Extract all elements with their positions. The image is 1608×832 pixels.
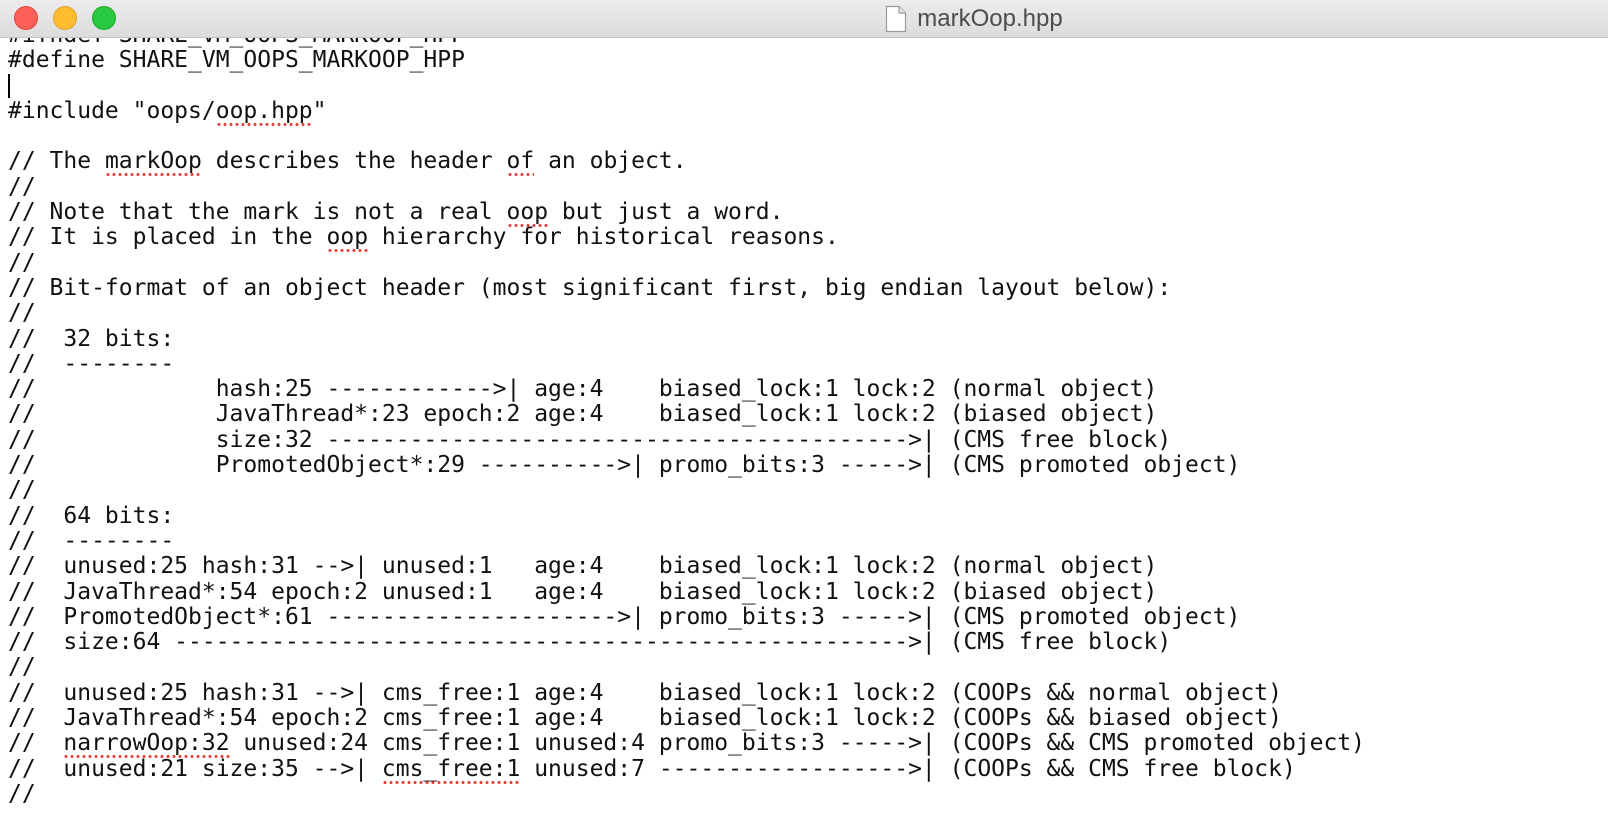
code-line: // Note that the mark is not a real oop … xyxy=(8,199,1365,229)
code-line: // Bit-format of an object header (most … xyxy=(8,274,1365,301)
code-line: // The markOop describes the header of a… xyxy=(8,148,1365,178)
editor-window: markOop.hpp #ifndef SHARE_VM_OOPS_MARKOO… xyxy=(0,0,1608,832)
text-editor-area[interactable]: #ifndef SHARE_VM_OOPS_MARKOOP_HPP#define… xyxy=(0,38,1608,832)
code-text-segment: // xyxy=(8,730,64,757)
code-text-segment: // PromotedObject*:61 ------------------… xyxy=(8,603,1241,630)
code-text-segment: // hash:25 ------------>| age:4 biased_l… xyxy=(8,376,1158,403)
code-line: // It is placed in the oop hierarchy for… xyxy=(8,224,1365,254)
code-text-segment: describes the header xyxy=(201,148,507,175)
code-text-segment: // It is placed in the xyxy=(8,224,327,251)
code-text-segment: // size:32 -----------------------------… xyxy=(8,426,1172,453)
code-text-segment: // xyxy=(8,173,36,200)
code-text-segment: an object. xyxy=(534,148,687,175)
code-line: // JavaThread*:23 epoch:2 age:4 biased_l… xyxy=(8,402,1365,427)
code-text-segment: // Bit-format of an object header (most … xyxy=(8,274,1172,301)
code-text-segment: // 32 bits: xyxy=(8,325,175,352)
code-line: // unused:25 hash:31 -->| cms_free:1 age… xyxy=(8,679,1365,706)
code-text-segment: // unused:25 hash:31 -->| unused:1 age:4… xyxy=(8,553,1158,580)
code-line xyxy=(8,73,1365,99)
code-text-segment: // -------- xyxy=(8,527,175,554)
code-line: // unused:25 hash:31 -->| unused:1 age:4… xyxy=(8,554,1365,579)
code-line: // JavaThread*:54 epoch:2 cms_free:1 age… xyxy=(8,705,1365,732)
misspelled-word: cms_free:1 xyxy=(381,755,521,785)
code-text-segment: // xyxy=(8,300,36,327)
code-text-segment: // xyxy=(8,249,36,276)
code-line: // xyxy=(8,249,1365,276)
window-title: markOop.hpp xyxy=(917,5,1063,32)
code-line: // 64 bits: xyxy=(8,502,1365,529)
code-line: // xyxy=(8,655,1365,680)
code-line: // hash:25 ------------>| age:4 biased_l… xyxy=(8,377,1365,402)
misspelled-word: of xyxy=(506,148,535,178)
code-text-segment: // Note that the mark is not a real xyxy=(8,199,507,226)
code-text-segment: but just a word. xyxy=(548,199,784,226)
code-line: // size:32 -----------------------------… xyxy=(8,426,1365,453)
code-line: // unused:21 size:35 -->| cms_free:1 unu… xyxy=(8,755,1365,785)
code-text-segment: // xyxy=(8,477,36,504)
code-text-segment: unused:7 ------------------>| (COOPs && … xyxy=(520,755,1296,782)
code-line: // JavaThread*:54 epoch:2 unused:1 age:4… xyxy=(8,578,1365,605)
code-text-segment: // unused:25 hash:31 -->| cms_free:1 age… xyxy=(8,679,1282,706)
text-cursor xyxy=(8,73,10,98)
code-text-segment: // unused:21 size:35 -->| xyxy=(8,755,382,782)
code-text-segment: " xyxy=(312,97,327,124)
code-text-segment: // size:64 -----------------------------… xyxy=(8,629,1172,656)
code-line: // narrowOop:32 unused:24 cms_free:1 unu… xyxy=(8,730,1366,760)
misspelled-word: oop.hpp xyxy=(215,97,313,127)
code-text-segment: // The xyxy=(8,148,105,175)
code-text-segment: #include "oops/ xyxy=(8,97,216,124)
code-line: // xyxy=(8,780,1365,807)
code-text-segment: // -------- xyxy=(8,350,175,377)
document-icon xyxy=(886,5,907,33)
code-text-segment: unused:24 cms_free:1 unused:4 promo_bits… xyxy=(229,730,1366,757)
code-text-segment: // PromotedObject*:29 ---------->| promo… xyxy=(8,452,1241,479)
code-text-segment: // 64 bits: xyxy=(8,502,175,529)
window-title-group: markOop.hpp xyxy=(0,0,1608,38)
code-text-segment: // JavaThread*:54 epoch:2 unused:1 age:4… xyxy=(8,578,1158,605)
misspelled-word: oop xyxy=(326,224,369,254)
code-text-segment: #define SHARE_VM_OOPS_MARKOOP_HPP xyxy=(8,47,465,74)
code-text-segment: // xyxy=(8,780,36,807)
misspelled-word: markOop xyxy=(104,148,202,178)
code-line: // PromotedObject*:61 ------------------… xyxy=(8,603,1365,630)
code-line: #include "oops/oop.hpp" xyxy=(8,97,1365,127)
code-text-segment: // xyxy=(8,654,36,681)
code-text-segment: hierarchy for historical reasons. xyxy=(368,224,839,251)
code-line: // xyxy=(8,173,1365,200)
code-text-segment: // JavaThread*:54 epoch:2 cms_free:1 age… xyxy=(8,705,1282,732)
code-line: // xyxy=(8,478,1365,503)
code-text[interactable]: #ifndef SHARE_VM_OOPS_MARKOOP_HPP#define… xyxy=(8,38,1365,807)
code-line: // 32 bits: xyxy=(8,325,1365,352)
code-line: #define SHARE_VM_OOPS_MARKOOP_HPP xyxy=(8,48,1365,73)
code-text-segment: // JavaThread*:23 epoch:2 age:4 biased_l… xyxy=(8,401,1158,428)
code-line: // -------- xyxy=(8,350,1365,377)
code-line: // -------- xyxy=(8,527,1365,554)
title-bar[interactable]: markOop.hpp xyxy=(0,0,1608,38)
code-line: // xyxy=(8,301,1365,326)
code-line: // size:64 -----------------------------… xyxy=(8,629,1365,656)
code-line: // PromotedObject*:29 ---------->| promo… xyxy=(8,452,1365,479)
